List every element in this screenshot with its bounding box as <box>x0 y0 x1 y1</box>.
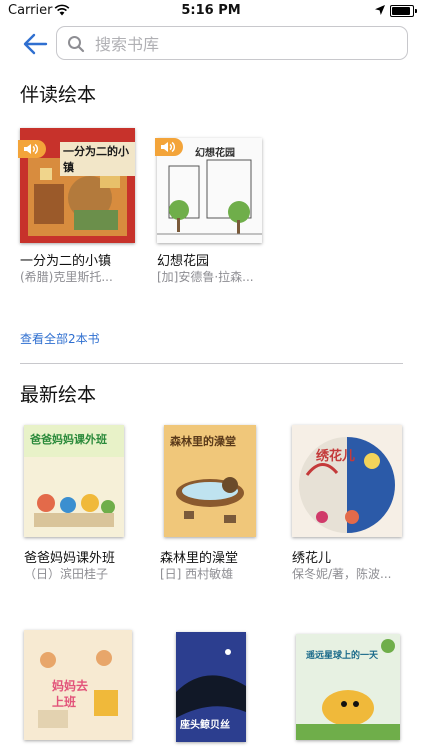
cover-title: 一分为二的小镇 <box>60 142 135 176</box>
cover-title: 爸爸妈妈课外班 <box>30 433 107 446</box>
book-title: 绣花儿 <box>292 551 332 566</box>
book-card[interactable]: 遥远星球上的一天 <box>296 634 421 750</box>
book-title: 幻想花园 <box>157 254 210 269</box>
book-card[interactable]: 爸爸妈妈课外班 爸爸妈妈课外班 （日）滨田桂子 <box>24 425 149 585</box>
book-title: 森林里的澡堂 <box>160 551 239 566</box>
book-author: [加]安德鲁·拉森... <box>157 270 254 284</box>
book-cover[interactable]: 座头鲸贝丝 <box>176 632 246 742</box>
section-title-latest: 最新绘本 <box>20 384 97 406</box>
back-arrow-icon[interactable] <box>20 30 54 58</box>
battery-icon <box>390 5 417 17</box>
cover-title: 座头鲸贝丝 <box>180 720 230 731</box>
book-card[interactable]: 森林里的澡堂 森林里的澡堂 [日] 西村敏雄 <box>160 425 285 585</box>
audio-badge <box>155 138 183 156</box>
search-icon <box>68 36 85 53</box>
book-card[interactable]: 一分为二的小镇 一分为二的小镇 (希腊)克里斯托... <box>18 128 145 288</box>
book-author: （日）滨田桂子 <box>24 567 109 581</box>
cover-title: 森林里的澡堂 <box>170 435 236 448</box>
book-cover[interactable]: 爸爸妈妈课外班 <box>24 425 124 537</box>
cover-illustration <box>292 425 402 537</box>
section-title-companion: 伴读绘本 <box>20 84 97 106</box>
book-cover[interactable]: 妈妈去上班 <box>24 630 132 740</box>
book-cover[interactable]: 遥远星球上的一天 <box>296 634 400 740</box>
status-bar: Carrier 5:16 PM <box>0 0 422 22</box>
search-bar-row <box>0 22 422 66</box>
location-arrow-icon <box>375 5 385 15</box>
book-card[interactable]: 绣花儿 绣花儿 保冬妮/著，陈波... <box>292 425 417 585</box>
cover-title: 幻想花园 <box>195 148 235 159</box>
book-title: 一分为二的小镇 <box>20 254 112 269</box>
book-cover[interactable]: 绣花儿 <box>292 425 402 537</box>
cover-title: 妈妈去上班 <box>52 679 89 709</box>
clock: 5:16 PM <box>181 3 241 18</box>
book-author: (希腊)克里斯托... <box>20 270 113 284</box>
book-card[interactable]: 妈妈去上班 <box>24 630 149 750</box>
book-card[interactable]: 幻想花园 幻想花园 [加]安德鲁·拉森... <box>155 128 282 288</box>
view-all-link[interactable]: 查看全部2本书 <box>20 330 100 347</box>
search-input[interactable] <box>93 31 397 57</box>
cover-title: 遥远星球上的一天 <box>306 651 379 661</box>
book-title: 爸爸妈妈课外班 <box>24 551 116 566</box>
book-author: 保冬妮/著，陈波... <box>292 567 392 581</box>
book-card[interactable]: 座头鲸贝丝 <box>176 632 301 750</box>
speaker-icon <box>161 141 176 153</box>
section-divider <box>20 363 403 364</box>
cover-title: 绣花儿 <box>316 449 356 464</box>
book-author: [日] 西村敏雄 <box>160 567 234 581</box>
book-cover[interactable]: 森林里的澡堂 <box>164 425 256 537</box>
audio-badge <box>18 140 46 158</box>
search-field[interactable] <box>56 26 408 60</box>
speaker-icon <box>24 143 39 155</box>
